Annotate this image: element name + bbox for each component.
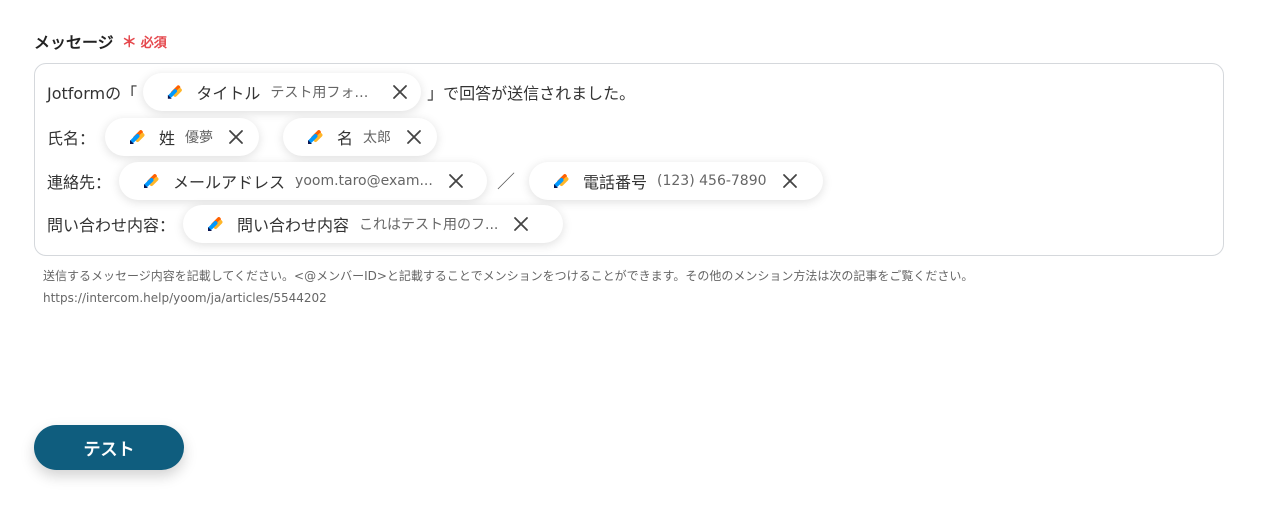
required-text: 必須 <box>140 35 167 51</box>
test-button[interactable]: テスト <box>34 425 184 470</box>
line3-prefix-text: 連絡先： <box>47 173 112 192</box>
jotform-icon <box>144 174 159 188</box>
message-line-2: 氏名： 姓 優夢 名 太郎 <box>47 118 438 156</box>
chip-name: メールアドレス <box>173 173 286 192</box>
help-description: 送信するメッセージ内容を記載してください。<@メンバーID>と記載することでメン… <box>43 269 974 283</box>
close-icon[interactable] <box>510 213 532 235</box>
separator-slash: ／ <box>497 172 516 193</box>
chip-sample-value: (123) 456-7890 <box>657 173 767 189</box>
line1-suffix-text: 」で回答が送信されました。 <box>427 84 636 103</box>
jotform-icon <box>208 217 223 231</box>
chip-sample-value: 優夢 <box>185 130 214 146</box>
message-line-3: 連絡先： メールアドレス yoom.taro@exam... ／ 電話番号 (1… <box>47 162 824 200</box>
chip-sample-value: 太郎 <box>363 130 392 146</box>
jotform-icon <box>167 85 182 99</box>
variable-chip-phone[interactable]: 電話番号 (123) 456-7890 <box>529 162 824 200</box>
required-asterisk: ＊ <box>121 32 137 51</box>
jotform-icon <box>130 130 145 144</box>
variable-chip-first-name[interactable]: 名 太郎 <box>283 118 438 156</box>
variable-chip-inquiry[interactable]: 問い合わせ内容 これはテスト用のフ... <box>183 205 564 243</box>
close-icon[interactable] <box>403 126 425 148</box>
field-label-text: メッセージ <box>34 33 114 52</box>
chip-sample-value: これはテスト用のフ... <box>359 217 499 233</box>
chip-name: 問い合わせ内容 <box>237 216 350 235</box>
message-editor[interactable]: Jotformの「 タイトル テスト用フォーム 」で回答が送信されました。 氏名… <box>34 63 1224 256</box>
chip-sample-value: テスト用フォーム <box>270 85 378 101</box>
message-line-1: Jotformの「 タイトル テスト用フォーム 」で回答が送信されました。 <box>47 73 635 111</box>
variable-chip-email[interactable]: メールアドレス yoom.taro@exam... <box>119 162 488 200</box>
line2-prefix-text: 氏名： <box>47 129 96 148</box>
chip-name: 姓 <box>159 129 176 148</box>
jotform-icon <box>554 174 569 188</box>
chip-name: 電話番号 <box>583 173 648 192</box>
line1-prefix-text: Jotformの「 <box>47 84 138 103</box>
jotform-icon <box>308 130 323 144</box>
help-link[interactable]: https://intercom.help/yoom/ja/articles/5… <box>43 287 973 309</box>
chip-name: タイトル <box>196 84 261 103</box>
help-text: 送信するメッセージ内容を記載してください。<@メンバーID>と記載することでメン… <box>43 265 973 309</box>
close-icon[interactable] <box>225 126 247 148</box>
close-icon[interactable] <box>445 170 467 192</box>
field-label: メッセージ ＊ 必須 <box>34 29 167 53</box>
line4-prefix-text: 問い合わせ内容： <box>47 216 176 235</box>
chip-name: 名 <box>337 129 354 148</box>
chip-sample-value: yoom.taro@exam... <box>295 173 433 189</box>
variable-chip-title[interactable]: タイトル テスト用フォーム <box>143 73 422 111</box>
message-form: メッセージ ＊ 必須 Jotformの「 タイトル テスト用フォーム 」で回答が… <box>0 0 1261 509</box>
close-icon[interactable] <box>779 170 801 192</box>
variable-chip-last-name[interactable]: 姓 優夢 <box>105 118 260 156</box>
close-icon[interactable] <box>390 81 411 103</box>
message-line-4: 問い合わせ内容： 問い合わせ内容 これはテスト用のフ... <box>47 205 564 243</box>
